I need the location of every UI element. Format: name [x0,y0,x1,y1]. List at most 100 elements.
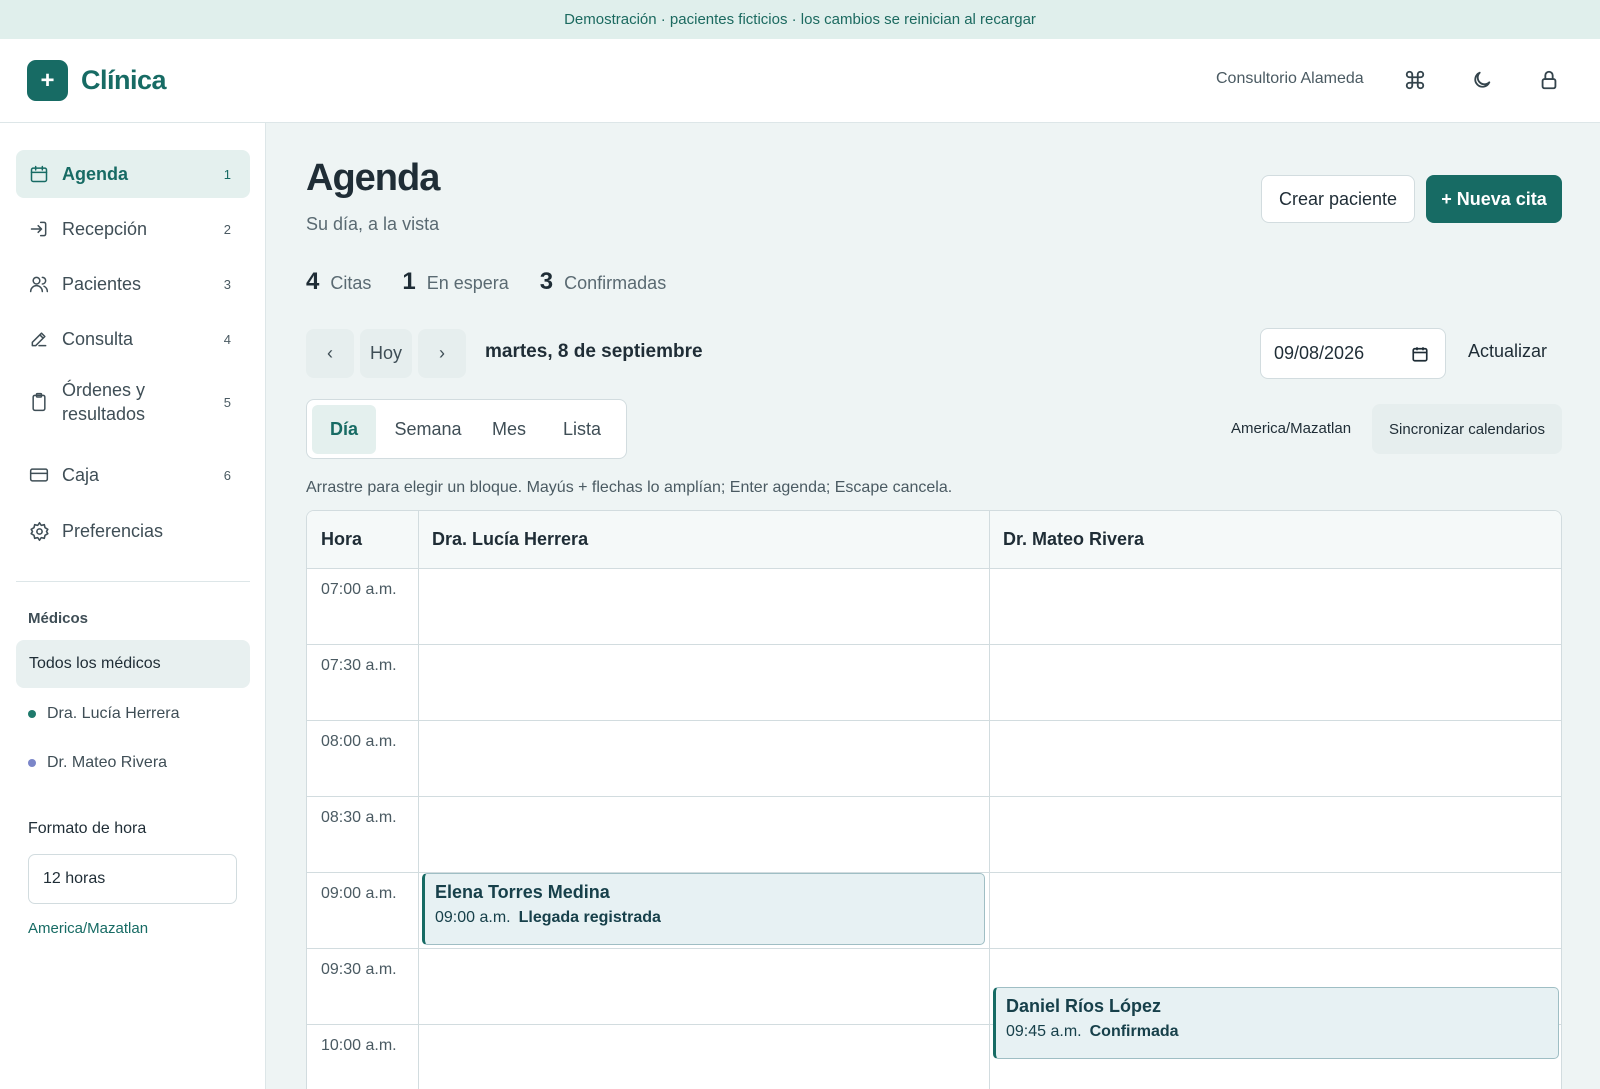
sidebar-item-label: Agenda [62,164,129,184]
stat-label: Confirmadas [564,273,667,293]
view-tabs: Día Semana Mes Lista [306,399,627,459]
sidebar-item-shortcut: 1 [223,166,231,182]
appointment-card[interactable]: Daniel Ríos López 09:45 a.m. Confirmada [993,987,1559,1059]
doctor-name: Dr. Mateo Rivera [47,754,168,771]
sidebar: Agenda 1 Recepción 2 Pacientes 3 Consult… [0,123,266,1089]
moon-icon[interactable] [1469,67,1495,93]
slot-time: 09:00 a.m. [321,885,397,902]
time-slot-row[interactable]: 08:00 a.m. [307,721,1561,797]
appointment-meta: 09:45 a.m. Confirmada [1006,1023,1558,1041]
schedule-header: Hora Dra. Lucía Herrera Dr. Mateo Rivera [307,511,1561,569]
doctor-filter-all[interactable]: Todos los médicos [16,640,250,688]
demo-banner: Demostración · pacientes ficticios · los… [0,0,1600,39]
sidebar-item-shortcut: 2 [223,221,231,237]
page-subtitle: Su día, a la vista [306,214,440,234]
chevron-left-icon: ‹ [327,343,333,363]
doctor-filter-herrera[interactable]: Dra. Lucía Herrera [28,705,180,723]
stat-appointments: 4 Citas [306,268,371,296]
date-picker-input[interactable]: 09/08/2026 [1260,328,1446,379]
sidebar-item-ordenes[interactable]: Órdenes y resultados 5 [16,371,250,433]
time-format-select[interactable]: 12 horas [28,854,237,904]
time-slot-row[interactable]: 08:30 a.m. [307,797,1561,873]
time-slot-row[interactable]: 07:30 a.m. [307,645,1561,721]
today-button[interactable]: Hoy [360,329,412,378]
appointment-status: Confirmada [1089,1023,1179,1040]
pencil-icon [28,328,50,350]
users-icon [28,273,50,295]
column-divider [989,511,990,1089]
appointment-card[interactable]: Elena Torres Medina 09:00 a.m. Llegada re… [422,873,985,945]
stat-confirmed: 3 Confirmadas [540,268,666,296]
stat-label: En espera [426,273,509,293]
stat-value: 1 [402,268,416,295]
sidebar-item-agenda[interactable]: Agenda 1 [16,150,250,198]
sidebar-item-preferencias[interactable]: Preferencias [16,507,250,555]
sign-in-icon [28,218,50,240]
credit-card-icon [28,464,50,486]
sidebar-item-pacientes[interactable]: Pacientes 3 [16,260,250,308]
chevron-right-icon: › [439,343,445,363]
sidebar-item-label: Pacientes [62,274,142,294]
tab-day[interactable]: Día [312,405,376,454]
schedule-grid: Hora Dra. Lucía Herrera Dr. Mateo Rivera… [306,510,1562,1089]
appointment-time: 09:00 a.m. [435,909,511,926]
slot-time: 08:30 a.m. [321,809,397,826]
appointment-time: 09:45 a.m. [1006,1023,1082,1040]
stat-label: Citas [330,273,372,293]
doctor-filter-rivera[interactable]: Dr. Mateo Rivera [28,754,167,772]
tab-list[interactable]: Lista [544,405,620,454]
appointment-patient: Daniel Ríos López [1006,996,1162,1016]
appointment-meta: 09:00 a.m. Llegada registrada [435,909,984,927]
current-date-label: martes, 8 de septiembre [485,341,703,362]
top-bar: + Clínica Consultorio Alameda [0,39,1600,123]
column-divider [418,511,419,1089]
stat-value: 4 [306,268,320,295]
sidebar-divider [16,581,250,582]
slot-time: 07:00 a.m. [321,581,397,598]
stat-value: 3 [539,268,554,295]
refresh-button[interactable]: Actualizar [1468,341,1547,362]
create-patient-button[interactable]: Crear paciente [1261,175,1415,223]
slot-time: 08:00 a.m. [321,733,397,750]
brand-logo[interactable]: + Clínica [27,60,167,101]
time-slot-row[interactable]: 07:00 a.m. [307,569,1561,645]
header-doctor-rivera: Dr. Mateo Rivera [1003,529,1145,549]
doctor-color-dot [28,710,36,718]
new-appointment-button[interactable]: + Nueva cita [1426,175,1562,223]
selection-hint: Arrastre para elegir un bloque. Mayús + … [306,479,953,496]
stat-waiting: 1 En espera [402,268,508,296]
sidebar-item-caja[interactable]: Caja 6 [16,451,250,499]
sidebar-item-recepcion[interactable]: Recepción 2 [16,205,250,253]
time-format-label: Formato de hora [28,820,147,837]
sync-calendars-button[interactable]: Sincronizar calendarios [1372,404,1562,454]
calendar-icon[interactable] [1411,345,1429,368]
doctor-name: Dra. Lucía Herrera [47,705,180,722]
prev-day-button[interactable]: ‹ [306,329,354,378]
tab-week[interactable]: Semana [382,405,474,454]
header-doctor-herrera: Dra. Lucía Herrera [432,529,589,549]
next-day-button[interactable]: › [418,329,466,378]
stats-summary: 4 Citas 1 En espera 3 Confirmadas [306,268,697,296]
sidebar-item-consulta[interactable]: Consulta 4 [16,315,250,363]
sidebar-item-label: Preferencias [62,521,164,541]
lock-icon[interactable] [1536,67,1562,93]
sidebar-item-shortcut: 6 [223,467,231,483]
doctors-heading: Médicos [28,610,89,627]
doctor-color-dot [28,759,36,767]
sidebar-item-label: Órdenes y resultados [62,380,146,424]
page-title: Agenda [306,157,440,199]
sidebar-item-label: Recepción [62,219,148,239]
command-icon[interactable] [1402,67,1428,93]
date-value: 09/08/2026 [1274,343,1365,363]
brand-mark: + [27,60,68,101]
tab-month[interactable]: Mes [478,405,540,454]
sidebar-item-label: Caja [62,465,100,485]
appointment-patient: Elena Torres Medina [435,882,610,902]
sidebar-item-shortcut: 4 [223,331,231,347]
sidebar-item-label: Consulta [62,329,134,349]
gear-icon [28,520,50,542]
slot-time: 09:30 a.m. [321,961,397,978]
calendar-icon [28,163,50,185]
clinic-name[interactable]: Consultorio Alameda [1216,70,1364,88]
slot-time: 07:30 a.m. [321,657,397,674]
